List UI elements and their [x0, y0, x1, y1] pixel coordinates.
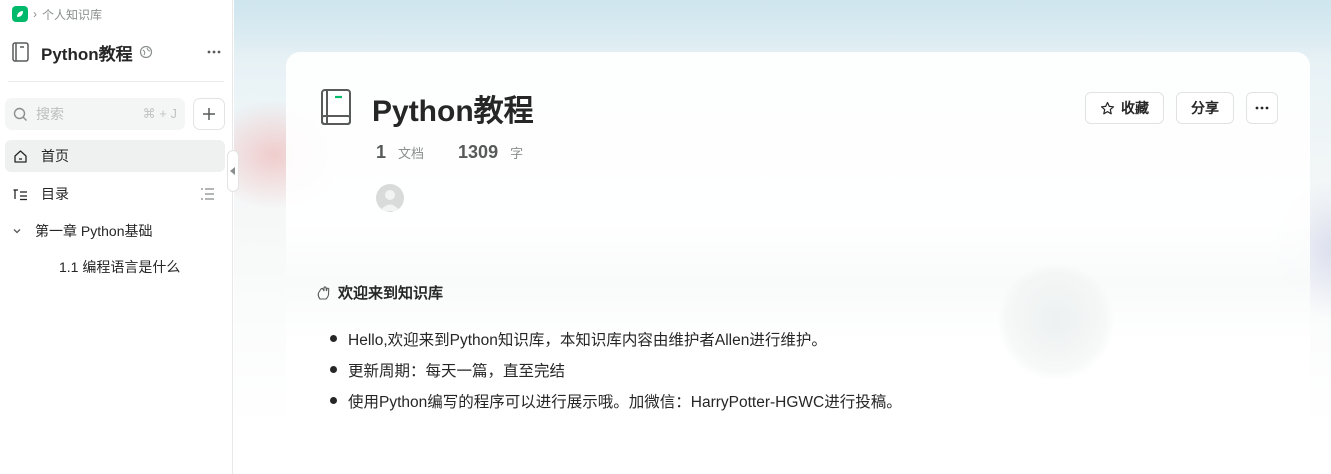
main-area: Python教程 1 文档 1309 字 收藏 分享 欢迎来到知识库 Hello…	[234, 0, 1331, 474]
list-item: 更新周期：每天一篇，直至完结	[330, 354, 902, 385]
chevron-right-icon: ›	[33, 7, 37, 21]
list-item: Hello,欢迎来到Python知识库，本知识库内容由维护者Allen进行维护。	[330, 323, 902, 354]
sidebar-item-label: 目录	[41, 186, 69, 202]
welcome-heading-text: 欢迎来到知识库	[338, 285, 444, 302]
favorite-label: 收藏	[1121, 100, 1149, 116]
breadcrumb-space[interactable]: 个人知识库	[42, 6, 102, 23]
kb-stats: 1 文档 1309 字	[376, 142, 523, 163]
toc-list-icon[interactable]	[200, 187, 215, 201]
docs-count: 1	[376, 142, 387, 162]
tree-item-label: 1.1 编程语言是什么	[59, 259, 181, 275]
welcome-heading: 欢迎来到知识库	[316, 282, 443, 303]
app-logo-icon[interactable]	[12, 6, 28, 22]
avatar[interactable]	[376, 184, 404, 212]
breadcrumb: › 个人知识库	[12, 6, 102, 22]
list-item: 使用Python编写的程序可以进行展示哦。加微信：HarryPotter-HGW…	[330, 385, 902, 416]
share-label: 分享	[1191, 100, 1219, 116]
card-decor	[998, 264, 1114, 380]
search-icon	[13, 107, 27, 121]
book-title[interactable]: Python教程	[41, 40, 133, 65]
caret-left-icon	[230, 167, 235, 175]
tree-item-doc[interactable]: 1.1 编程语言是什么	[59, 257, 180, 277]
more-button[interactable]	[1246, 92, 1278, 124]
sidebar-item-toc[interactable]: 目录	[5, 178, 225, 210]
search-placeholder: 搜索	[36, 106, 64, 122]
sidebar: › 个人知识库 Python教程 搜索 ⌘ + J 首页 目录 第一章 Pyth…	[0, 0, 233, 474]
knowledge-base-card: Python教程 1 文档 1309 字 收藏 分享 欢迎来到知识库 Hello…	[286, 52, 1310, 474]
favorite-button[interactable]: 收藏	[1085, 92, 1164, 124]
plus-icon	[203, 108, 215, 120]
book-header: Python教程	[10, 38, 224, 66]
divider	[8, 81, 224, 82]
sidebar-collapse-handle[interactable]	[227, 150, 239, 192]
kb-actions: 收藏 分享	[1085, 92, 1278, 124]
share-button[interactable]: 分享	[1176, 92, 1234, 124]
words-unit: 字	[510, 146, 524, 161]
home-icon	[14, 149, 27, 163]
search-shortcut: ⌘ + J	[142, 106, 177, 121]
sidebar-item-home[interactable]: 首页	[5, 140, 225, 172]
welcome-list: Hello,欢迎来到Python知识库，本知识库内容由维护者Allen进行维护。…	[330, 323, 902, 416]
search-input[interactable]: 搜索 ⌘ + J	[5, 98, 185, 130]
tree-item-chapter[interactable]: 第一章 Python基础	[12, 221, 152, 241]
docs-unit: 文档	[398, 146, 425, 161]
page-title: Python教程	[372, 95, 534, 128]
more-icon[interactable]	[204, 42, 224, 62]
chevron-down-icon[interactable]	[12, 226, 22, 236]
add-button[interactable]	[193, 98, 225, 130]
toc-icon	[13, 188, 27, 200]
book-icon	[321, 89, 351, 125]
search-row: 搜索 ⌘ + J	[5, 98, 225, 130]
tree-item-label: 第一章 Python基础	[35, 223, 153, 239]
waving-hand-icon	[317, 285, 330, 300]
book-icon	[12, 42, 29, 62]
star-icon	[1100, 101, 1115, 114]
words-count: 1309	[458, 142, 499, 162]
public-globe-icon	[139, 45, 152, 59]
background-decor	[234, 0, 1331, 60]
more-icon	[1255, 106, 1269, 110]
sidebar-item-label: 首页	[41, 148, 69, 164]
